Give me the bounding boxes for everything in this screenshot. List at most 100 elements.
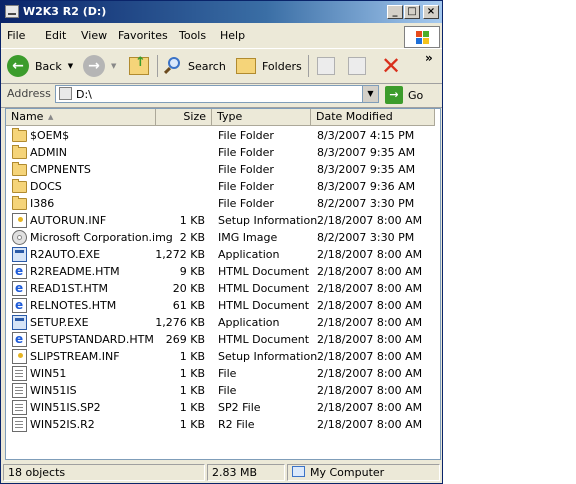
- menu-help[interactable]: Help: [220, 29, 245, 42]
- address-label: Address: [7, 87, 51, 100]
- forward-button[interactable]: → ▼: [83, 53, 116, 79]
- explorer-window: W2K3 R2 (D:) _ □ × File Edit View Favori…: [0, 0, 443, 484]
- file-type: Application: [218, 316, 280, 329]
- file-row[interactable]: DOCS File Folder 8/3/2007 9:36 AM: [6, 178, 440, 195]
- column-date-label: Date Modified: [316, 110, 393, 123]
- file-name: $OEM$: [30, 129, 70, 142]
- column-header-size[interactable]: Size: [156, 109, 212, 126]
- drive-icon: [59, 87, 72, 100]
- file-size: 2 KB: [179, 231, 205, 244]
- address-dropdown-icon[interactable]: ▼: [362, 86, 378, 102]
- back-dropdown-icon[interactable]: ▼: [68, 62, 73, 70]
- file-row[interactable]: RELNOTES.HTM 61 KB HTML Document 2/18/2007 …: [6, 297, 440, 314]
- file-row[interactable]: I386 File Folder 8/2/2007 3:30 PM: [6, 195, 440, 212]
- status-zone-label: My Computer: [310, 466, 385, 479]
- file-type: Setup Information: [218, 350, 318, 363]
- setup-info-icon: [12, 213, 27, 228]
- file-row[interactable]: WIN51 1 KB File 2/18/2007 8:00 AM: [6, 365, 440, 382]
- file-type: Application: [218, 248, 280, 261]
- move-to-icon: [317, 57, 335, 75]
- copy-to-icon: [348, 57, 366, 75]
- file-type: File Folder: [218, 129, 274, 142]
- folder-icon: [12, 145, 27, 159]
- html-document-icon: [12, 281, 27, 296]
- file-size: 1,276 KB: [155, 316, 205, 329]
- minimize-button[interactable]: _: [387, 5, 403, 19]
- file-date-modified: 2/18/2007 8:00 AM: [317, 265, 423, 278]
- file-list[interactable]: Name ▲ Size Type Date Modified $OEM$ File…: [5, 108, 441, 460]
- menu-edit[interactable]: Edit: [45, 29, 66, 42]
- column-name-label: Name: [11, 110, 44, 123]
- file-row[interactable]: SETUPSTANDARD.HTM 269 KB HTML Document 2/18…: [6, 331, 440, 348]
- maximize-button[interactable]: □: [404, 5, 420, 19]
- back-button[interactable]: ← Back ▼: [7, 53, 73, 79]
- search-button[interactable]: Search: [163, 53, 226, 79]
- file-size: 20 KB: [172, 282, 205, 295]
- copy-to-button[interactable]: [348, 53, 366, 79]
- file-size: 9 KB: [179, 265, 205, 278]
- file-row[interactable]: AUTORUN.INF 1 KB Setup Information 2/18/200…: [6, 212, 440, 229]
- folders-button[interactable]: Folders: [236, 53, 302, 79]
- file-date-modified: 2/18/2007 8:00 AM: [317, 214, 423, 227]
- address-input[interactable]: D:\ ▼: [55, 85, 379, 103]
- file-row[interactable]: R2README.HTM 9 KB HTML Document 2/18/2007 8…: [6, 263, 440, 280]
- status-total-size: 2.83 MB: [207, 464, 285, 481]
- file-date-modified: 8/3/2007 9:36 AM: [317, 180, 416, 193]
- html-document-icon: [12, 332, 27, 347]
- delete-button[interactable]: ✕: [381, 53, 401, 79]
- file-name: Microsoft Corporation.img: [30, 231, 173, 244]
- file-name: WIN51IS.SP2: [30, 401, 101, 414]
- file-row[interactable]: $OEM$ File Folder 8/3/2007 4:15 PM: [6, 127, 440, 144]
- search-icon: [163, 57, 182, 75]
- file-name: ADMIN: [30, 146, 67, 159]
- file-icon: [12, 366, 27, 381]
- menu-bar: File Edit View Favorites Tools Help: [1, 25, 442, 48]
- title-bar[interactable]: W2K3 R2 (D:) _ □ ×: [1, 1, 442, 23]
- file-name: R2AUTO.EXE: [30, 248, 101, 261]
- search-label: Search: [188, 59, 226, 73]
- file-type: R2 File: [218, 418, 255, 431]
- column-header-name[interactable]: Name ▲: [6, 109, 156, 126]
- go-button[interactable]: → Go: [385, 85, 423, 105]
- file-row[interactable]: ADMIN File Folder 8/3/2007 9:35 AM: [6, 144, 440, 161]
- file-size: 1 KB: [179, 384, 205, 397]
- file-row[interactable]: SLIPSTREAM.INF 1 KB Setup Information 2/18/…: [6, 348, 440, 365]
- file-name: RELNOTES.HTM: [30, 299, 117, 312]
- windows-logo-icon: [404, 26, 440, 48]
- up-button[interactable]: ↑: [129, 53, 149, 79]
- sort-ascending-icon: ▲: [48, 113, 54, 121]
- toolbar-overflow-icon[interactable]: »: [425, 51, 433, 65]
- folder-up-icon: ↑: [129, 55, 149, 75]
- file-row[interactable]: CMPNENTS File Folder 8/3/2007 9:35 AM: [6, 161, 440, 178]
- file-type: File Folder: [218, 163, 274, 176]
- column-header-date-modified[interactable]: Date Modified: [311, 109, 435, 126]
- menu-favorites[interactable]: Favorites: [118, 29, 168, 42]
- forward-dropdown-icon[interactable]: ▼: [111, 62, 116, 70]
- standard-toolbar: ← Back ▼ → ▼ ↑ Search Folders ✕ »: [1, 48, 442, 84]
- folder-icon: [12, 162, 27, 176]
- file-date-modified: 8/3/2007 9:35 AM: [317, 146, 416, 159]
- menu-file[interactable]: File: [7, 29, 25, 42]
- column-header-type[interactable]: Type: [212, 109, 311, 126]
- move-to-button[interactable]: [317, 53, 335, 79]
- menu-view[interactable]: View: [81, 29, 107, 42]
- file-row[interactable]: READ1ST.HTM 20 KB HTML Document 2/18/2007 8…: [6, 280, 440, 297]
- file-row[interactable]: Microsoft Corporation.img 2 KB IMG Image 8/…: [6, 229, 440, 246]
- delete-x-icon: ✕: [381, 52, 402, 80]
- folder-icon: [12, 128, 27, 142]
- file-type: HTML Document: [218, 265, 310, 278]
- status-bar: 18 objects 2.83 MB My Computer: [1, 462, 442, 483]
- file-type: Setup Information: [218, 214, 318, 227]
- file-date-modified: 2/18/2007 8:00 AM: [317, 316, 423, 329]
- status-zone: My Computer: [287, 464, 440, 481]
- file-row[interactable]: SETUP.EXE 1,276 KB Application 2/18/2007 8:…: [6, 314, 440, 331]
- file-row[interactable]: WIN51IS 1 KB File 2/18/2007 8:00 AM: [6, 382, 440, 399]
- menu-tools[interactable]: Tools: [179, 29, 206, 42]
- file-type: File: [218, 367, 237, 380]
- file-row[interactable]: WIN52IS.R2 1 KB R2 File 2/18/2007 8:00 AM: [6, 416, 440, 433]
- back-label: Back: [35, 59, 62, 73]
- file-date-modified: 8/2/2007 3:30 PM: [317, 231, 415, 244]
- file-row[interactable]: R2AUTO.EXE 1,272 KB Application 2/18/2007 8…: [6, 246, 440, 263]
- close-button[interactable]: ×: [423, 5, 439, 19]
- file-row[interactable]: WIN51IS.SP2 1 KB SP2 File 2/18/2007 8:00 AM: [6, 399, 440, 416]
